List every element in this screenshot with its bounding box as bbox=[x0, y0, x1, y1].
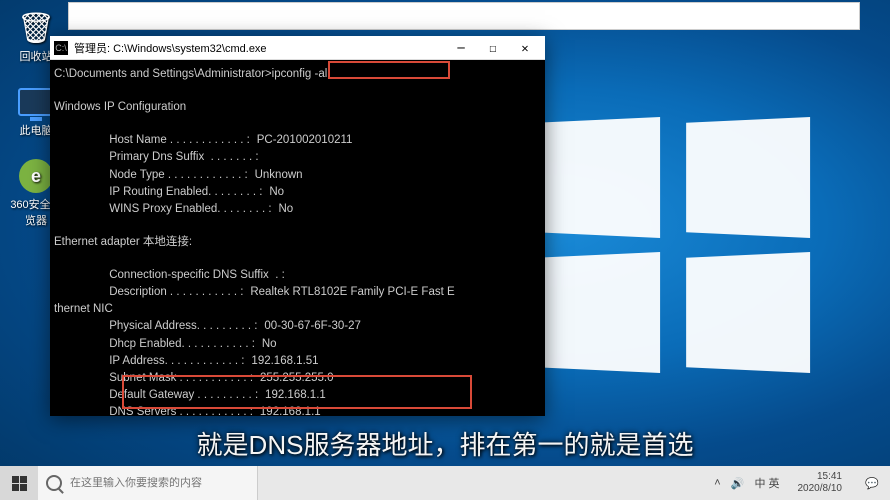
system-tray[interactable]: ˄ 🔊 中 英 15:41 2020/8/10 💬 bbox=[708, 466, 890, 500]
host-name: PC-201002010211 bbox=[257, 134, 353, 146]
this-pc-label: 此电脑 bbox=[20, 122, 53, 138]
close-button[interactable]: ✕ bbox=[509, 37, 541, 59]
maximize-button[interactable]: ☐ bbox=[477, 37, 509, 59]
video-subtitle: 就是DNS服务器地址，排在第一的就是首选 bbox=[0, 425, 890, 462]
ip-address: 192.168.1.51 bbox=[251, 355, 318, 367]
search-icon bbox=[46, 475, 62, 491]
clock-date: 2020/8/10 bbox=[798, 483, 843, 495]
cmd-titlebar[interactable]: C:\ 管理员: C:\Windows\system32\cmd.exe ─ ☐… bbox=[50, 36, 545, 60]
browser-address-bar bbox=[68, 2, 860, 30]
taskbar-clock[interactable]: 15:41 2020/8/10 bbox=[790, 471, 851, 495]
subnet-mask: 255.255.255.0 bbox=[260, 372, 334, 384]
desktop: 🗑 回收站 此电脑 e 360安全浏览器 C:\ 管理员: C:\Windows… bbox=[0, 0, 890, 500]
windows-start-icon bbox=[12, 476, 27, 491]
tray-ime[interactable]: 中 英 bbox=[754, 475, 779, 491]
taskbar-search[interactable] bbox=[38, 466, 258, 500]
nic-description: Realtek RTL8102E Family PCI-E Fast E bbox=[250, 286, 454, 298]
windows-logo-wallpaper bbox=[530, 120, 810, 370]
prompt: C:\Documents and Settings\Administrator> bbox=[54, 68, 272, 80]
dns-server-1: 192.168.1.1 bbox=[260, 406, 321, 416]
search-input[interactable] bbox=[70, 477, 249, 489]
taskbar[interactable]: ˄ 🔊 中 英 15:41 2020/8/10 💬 bbox=[0, 466, 890, 500]
highlight-command bbox=[328, 61, 450, 79]
notification-icon[interactable]: 💬 bbox=[860, 466, 884, 500]
cmd-title: 管理员: C:\Windows\system32\cmd.exe bbox=[74, 40, 445, 56]
minimize-button[interactable]: ─ bbox=[445, 37, 477, 59]
mac-address: 00-30-67-6F-30-27 bbox=[264, 320, 361, 332]
tray-chevron-icon[interactable]: ˄ bbox=[714, 477, 720, 489]
section2: Ethernet adapter 本地连接: bbox=[54, 236, 192, 248]
cmd-window[interactable]: C:\ 管理员: C:\Windows\system32\cmd.exe ─ ☐… bbox=[50, 36, 545, 416]
start-button[interactable] bbox=[0, 466, 38, 500]
clock-time: 15:41 bbox=[798, 471, 843, 483]
cmd-icon: C:\ bbox=[54, 41, 68, 55]
tray-volume-icon[interactable]: 🔊 bbox=[731, 477, 745, 490]
command: ipconfig -all bbox=[272, 68, 330, 80]
terminal-body[interactable]: C:\Documents and Settings\Administrator>… bbox=[50, 60, 545, 416]
section1: Windows IP Configuration bbox=[54, 101, 186, 113]
gateway: 192.168.1.1 bbox=[265, 389, 326, 401]
recycle-bin-label: 回收站 bbox=[20, 48, 53, 64]
node-type: Unknown bbox=[255, 169, 303, 181]
